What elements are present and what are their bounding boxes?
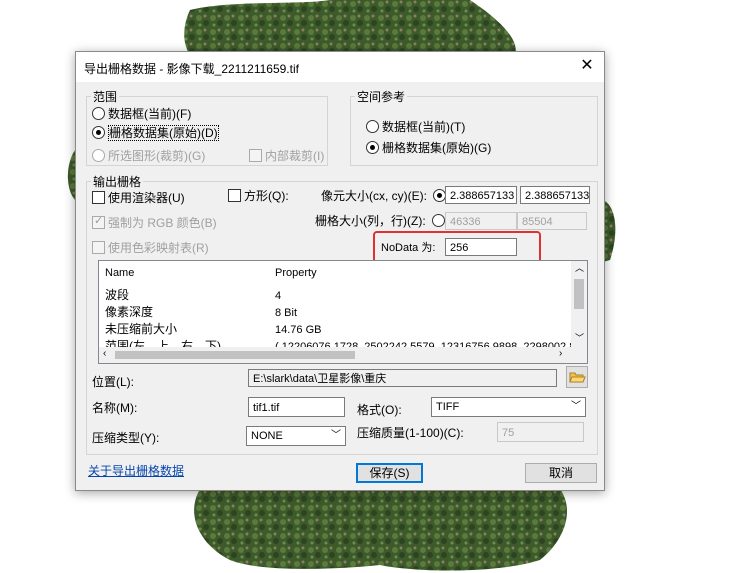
use-colormap-label: 使用色彩映射表(R): [108, 241, 209, 255]
scroll-right-icon[interactable]: ›: [559, 348, 562, 359]
cell-size-y-input[interactable]: 2.388657133: [520, 186, 590, 204]
scroll-up-icon[interactable]: ︿: [575, 261, 584, 274]
inner-clip-label: 内部裁剪(I): [265, 149, 325, 163]
sr-dataset-radio[interactable]: 栅格数据集(原始)(G): [366, 139, 491, 156]
scroll-thumb[interactable]: [574, 279, 584, 309]
location-label: 位置(L):: [92, 375, 135, 389]
square-checkbox[interactable]: 方形(Q):: [228, 187, 289, 204]
column-header-name: Name: [105, 267, 135, 279]
checkbox-icon: [92, 191, 105, 204]
compression-value: NONE: [251, 430, 283, 442]
use-renderer-label: 使用渲染器(U): [108, 191, 185, 205]
properties-list[interactable]: Name Property 波段 4 像素深度 8 Bit 未压缩前大小 14.76 …: [98, 260, 588, 364]
name-label: 名称(M):: [92, 401, 138, 415]
raster-rows-input[interactable]: 85504: [517, 212, 587, 230]
radio-icon: [92, 107, 105, 120]
extent-dataframe-label: 数据框(当前)(F): [108, 107, 192, 121]
cell-size-label: 像元大小(cx, cy)(E):: [321, 189, 427, 203]
folder-open-icon[interactable]: [566, 366, 588, 388]
close-icon[interactable]: ✕: [578, 57, 596, 75]
format-value: TIFF: [436, 401, 460, 413]
quality-input[interactable]: 75: [497, 422, 584, 442]
raster-columns-input[interactable]: 46336: [445, 212, 517, 230]
export-raster-dialog: 导出栅格数据 - 影像下载_2211211659.tif ✕ 范围 数据框(当前…: [75, 51, 605, 491]
extent-selected-graphics-radio[interactable]: 所选图形(裁剪)(G): [92, 147, 205, 164]
quality-label: 压缩质量(1-100)(C):: [357, 426, 464, 440]
sr-dataframe-radio[interactable]: 数据框(当前)(T): [366, 118, 465, 135]
output-raster-legend: 输出栅格: [93, 175, 142, 189]
radio-selected-icon: [366, 141, 379, 154]
checkbox-icon: [228, 189, 241, 202]
checkbox-icon: [92, 241, 105, 254]
cell-size-x-input[interactable]: 2.388657133: [445, 186, 517, 204]
chevron-down-icon: ﹀: [571, 401, 581, 412]
scroll-thumb[interactable]: [115, 351, 355, 359]
extent-dataset-radio[interactable]: 栅格数据集(原始)(D): [92, 124, 219, 141]
location-input[interactable]: E:\slark\data\卫星影像\重庆: [248, 369, 557, 387]
scrollbar-corner: [571, 347, 587, 363]
compression-label: 压缩类型(Y):: [92, 431, 160, 445]
dialog-title: 导出栅格数据 - 影像下载_2211211659.tif: [84, 62, 299, 76]
compression-dropdown[interactable]: NONE ﹀: [246, 426, 346, 446]
extent-dataframe-radio[interactable]: 数据框(当前)(F): [92, 105, 191, 122]
save-button[interactable]: 保存(S): [356, 463, 423, 483]
list-item: 像素深度 8 Bit: [105, 305, 298, 319]
name-input[interactable]: tif1.tif: [248, 397, 345, 417]
extent-dataset-label: 栅格数据集(原始)(D): [108, 125, 219, 141]
raster-size-label: 栅格大小(列，行)(Z):: [315, 214, 426, 228]
about-export-link[interactable]: 关于导出栅格数据: [88, 462, 184, 479]
horizontal-scrollbar[interactable]: ‹ ›: [99, 347, 571, 363]
scroll-down-icon[interactable]: ﹀: [575, 331, 584, 344]
force-rgb-checkbox[interactable]: 强制为 RGB 颜色(B): [92, 214, 217, 231]
cancel-button[interactable]: 取消: [525, 463, 597, 483]
use-colormap-checkbox[interactable]: 使用色彩映射表(R): [92, 239, 209, 256]
format-label: 格式(O):: [357, 403, 402, 417]
sr-dataframe-label: 数据框(当前)(T): [382, 120, 466, 134]
radio-icon: [366, 120, 379, 133]
dialog-titlebar: 导出栅格数据 - 影像下载_2211211659.tif ✕: [76, 52, 604, 82]
sr-dataset-label: 栅格数据集(原始)(G): [382, 141, 492, 155]
use-renderer-checkbox[interactable]: 使用渲染器(U): [92, 189, 185, 206]
extent-selected-label: 所选图形(裁剪)(G): [108, 149, 206, 163]
square-label: 方形(Q):: [244, 189, 289, 203]
extent-legend: 范围: [93, 90, 118, 104]
cell-size-radio[interactable]: 像元大小(cx, cy)(E):: [321, 187, 449, 204]
force-rgb-label: 强制为 RGB 颜色(B): [108, 216, 217, 230]
scroll-left-icon[interactable]: ‹: [103, 348, 106, 359]
chevron-down-icon: ﹀: [331, 430, 341, 441]
list-item: 波段 4: [105, 288, 282, 302]
list-item: 未压缩前大小 14.76 GB: [105, 322, 322, 336]
spatial-reference-legend: 空间参考: [357, 90, 406, 104]
radio-selected-icon: [92, 126, 105, 139]
vertical-scrollbar[interactable]: ︿ ﹀: [571, 261, 587, 347]
radio-icon: [92, 149, 105, 162]
format-dropdown[interactable]: TIFF ﹀: [431, 397, 586, 417]
radio-icon: [432, 214, 445, 227]
checkbox-icon: [249, 149, 262, 162]
column-header-property: Property: [275, 267, 317, 279]
raster-size-radio[interactable]: 栅格大小(列，行)(Z):: [315, 212, 448, 229]
inner-clip-checkbox[interactable]: 内部裁剪(I): [249, 147, 324, 164]
checkbox-checked-icon: [92, 214, 105, 229]
